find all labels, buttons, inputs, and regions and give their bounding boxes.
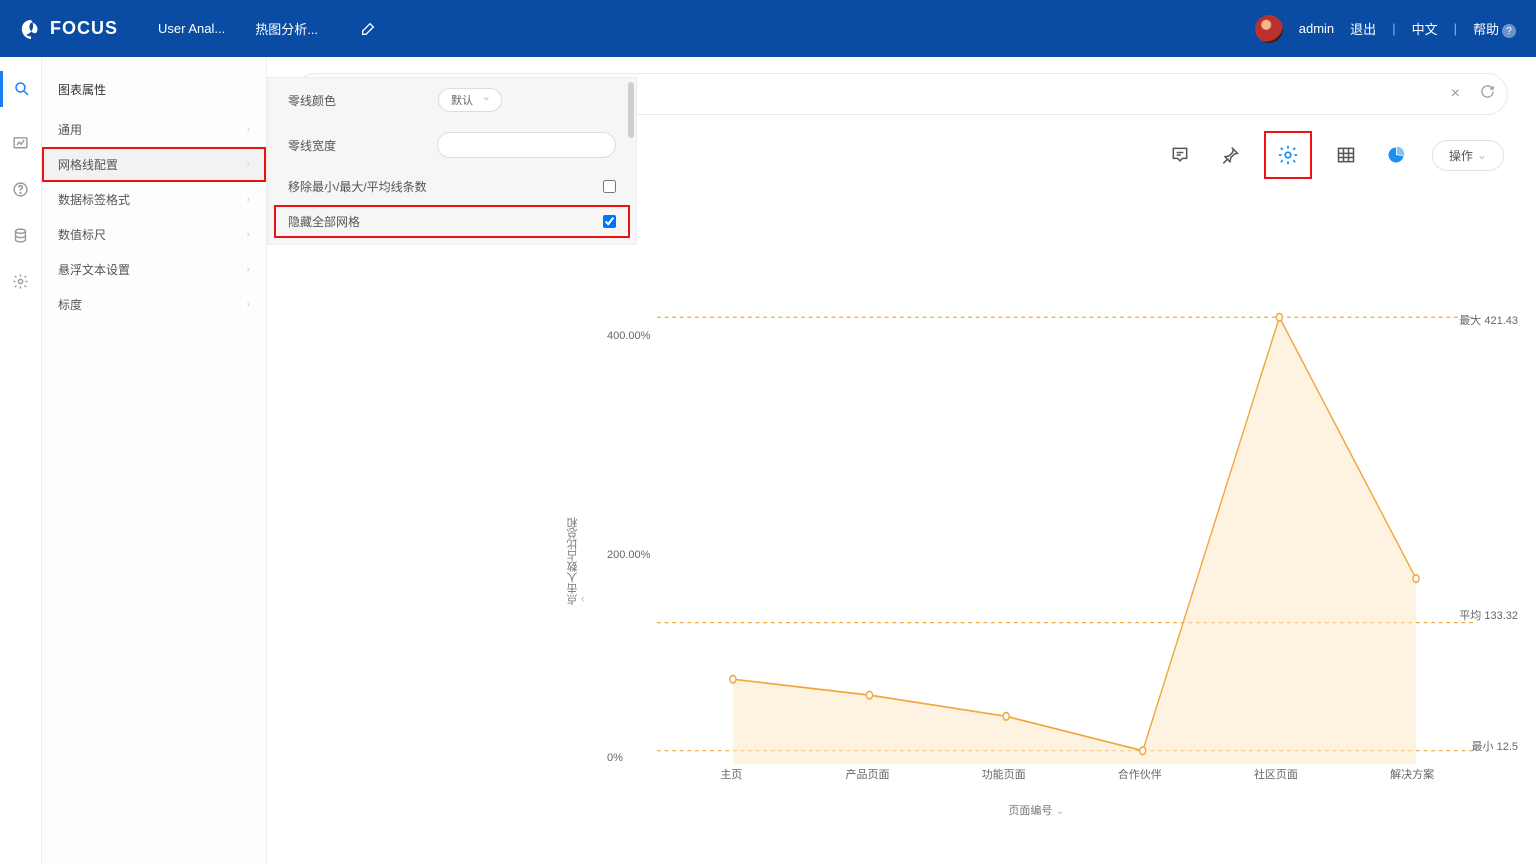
search-icon[interactable] — [0, 71, 42, 107]
chart-container: 点击人数占比总和› — [567, 287, 1506, 834]
y-tick-200: 200.00% — [607, 549, 650, 561]
sidebar: 图表属性 通用› 网格线配置› 数据标签格式› 数值标尺› 悬浮文本设置› 标度… — [42, 57, 267, 864]
chevron-right-icon: › — [247, 194, 250, 205]
chevron-right-icon: › — [247, 264, 250, 275]
gridline-settings-popover: 零线颜色 默认 零线宽度 移除最小/最大/平均线条数 隐藏全部网格 — [267, 77, 637, 245]
logout-link[interactable]: 退出 — [1350, 19, 1376, 38]
plot-area — [657, 287, 1416, 764]
remove-lines-checkbox[interactable] — [603, 180, 616, 193]
edit-icon[interactable] — [354, 15, 382, 43]
help-badge-icon: ? — [1502, 24, 1516, 38]
sidebar-title: 图表属性 — [42, 81, 266, 112]
data-point[interactable] — [1276, 313, 1282, 321]
annot-avg: 平均 133.32 — [1459, 607, 1518, 623]
sidebar-item-axis[interactable]: 标度› — [42, 287, 266, 322]
label-zero-color: 零线颜色 — [288, 92, 418, 109]
sidebar-item-general[interactable]: 通用› — [42, 112, 266, 147]
content-area: 页面编号× 点击人数占比× × 零线颜色 默认 零线宽度 移除最小/最大/平均线… — [267, 57, 1536, 864]
zero-width-input[interactable] — [437, 132, 616, 158]
scrollbar[interactable] — [628, 82, 634, 138]
data-point[interactable] — [730, 675, 736, 683]
pin-icon[interactable] — [1216, 141, 1244, 169]
row-remove-lines: 移除最小/最大/平均线条数 — [268, 168, 636, 205]
tab-heatmap[interactable]: 热图分析... — [255, 19, 318, 38]
annot-min: 最小 12.5 — [1472, 738, 1518, 754]
sidebar-item-tooltip[interactable]: 悬浮文本设置› — [42, 252, 266, 287]
area-fill — [733, 317, 1416, 764]
sidebar-item-datalabel[interactable]: 数据标签格式› — [42, 182, 266, 217]
zero-color-select[interactable]: 默认 — [438, 88, 502, 112]
brand-text: FOCUS — [50, 18, 118, 39]
x-tick-4: 社区页面 — [1254, 766, 1298, 782]
data-point[interactable] — [1003, 712, 1009, 720]
comment-icon[interactable] — [1166, 141, 1194, 169]
x-tick-1: 产品页面 — [845, 766, 889, 782]
app-header: FOCUS User Anal... 热图分析... admin 退出 | 中文… — [0, 0, 1536, 57]
y-axis-label: 点击人数占比总和› — [565, 517, 585, 605]
language-toggle[interactable]: 中文 — [1412, 19, 1438, 38]
divider: | — [1392, 21, 1395, 36]
chevron-right-icon: › — [247, 299, 250, 310]
sidebar-item-gridline[interactable]: 网格线配置› — [42, 147, 266, 182]
left-iconbar — [0, 57, 42, 864]
chevron-icon: › — [581, 593, 585, 605]
data-point[interactable] — [1140, 747, 1146, 755]
annot-max: 最大 421.43 — [1459, 312, 1518, 328]
settings-gear-icon[interactable] — [1266, 133, 1310, 177]
pie-chart-icon[interactable] — [1382, 141, 1410, 169]
avatar[interactable] — [1255, 15, 1283, 43]
header-tabs: User Anal... 热图分析... — [158, 15, 382, 43]
focus-logo-icon — [20, 18, 42, 40]
chart-svg — [657, 287, 1416, 764]
chevron-right-icon: › — [247, 124, 250, 135]
x-tick-2: 功能页面 — [982, 766, 1026, 782]
table-icon[interactable] — [1332, 141, 1360, 169]
operate-button[interactable]: 操作⌄ — [1432, 140, 1504, 171]
label-remove-lines: 移除最小/最大/平均线条数 — [288, 178, 583, 195]
label-hide-grid: 隐藏全部网格 — [288, 213, 583, 230]
row-zero-width: 零线宽度 — [268, 122, 636, 168]
help-link[interactable]: 帮助? — [1473, 19, 1516, 39]
hide-grid-checkbox[interactable] — [603, 215, 616, 228]
sidebar-item-scale[interactable]: 数值标尺› — [42, 217, 266, 252]
row-hide-grid: 隐藏全部网格 — [274, 205, 630, 238]
y-tick-0: 0% — [607, 752, 623, 764]
data-point[interactable] — [866, 691, 872, 699]
divider: | — [1454, 21, 1457, 36]
brand-logo: FOCUS — [20, 18, 118, 40]
tab-user-analysis[interactable]: User Anal... — [158, 21, 225, 36]
x-tick-3: 合作伙伴 — [1118, 766, 1162, 782]
x-tick-5: 解决方案 — [1390, 766, 1434, 782]
x-axis-label[interactable]: 页面编号 ⌄ — [1008, 802, 1064, 818]
close-icon[interactable]: × — [1451, 85, 1460, 103]
chevron-right-icon: › — [247, 159, 250, 170]
user-name[interactable]: admin — [1299, 21, 1334, 36]
x-tick-0: 主页 — [720, 766, 742, 782]
row-zero-color: 零线颜色 默认 — [268, 78, 636, 122]
header-right: admin 退出 | 中文 | 帮助? — [1255, 15, 1516, 43]
data-icon[interactable] — [11, 225, 31, 245]
chevron-right-icon: › — [247, 229, 250, 240]
refresh-icon[interactable] — [1480, 84, 1495, 104]
dashboard-icon[interactable] — [11, 133, 31, 153]
label-zero-width: 零线宽度 — [288, 137, 417, 154]
y-tick-400: 400.00% — [607, 330, 650, 342]
data-point[interactable] — [1413, 575, 1419, 583]
help-circle-icon[interactable] — [11, 179, 31, 199]
gear-icon[interactable] — [11, 271, 31, 291]
